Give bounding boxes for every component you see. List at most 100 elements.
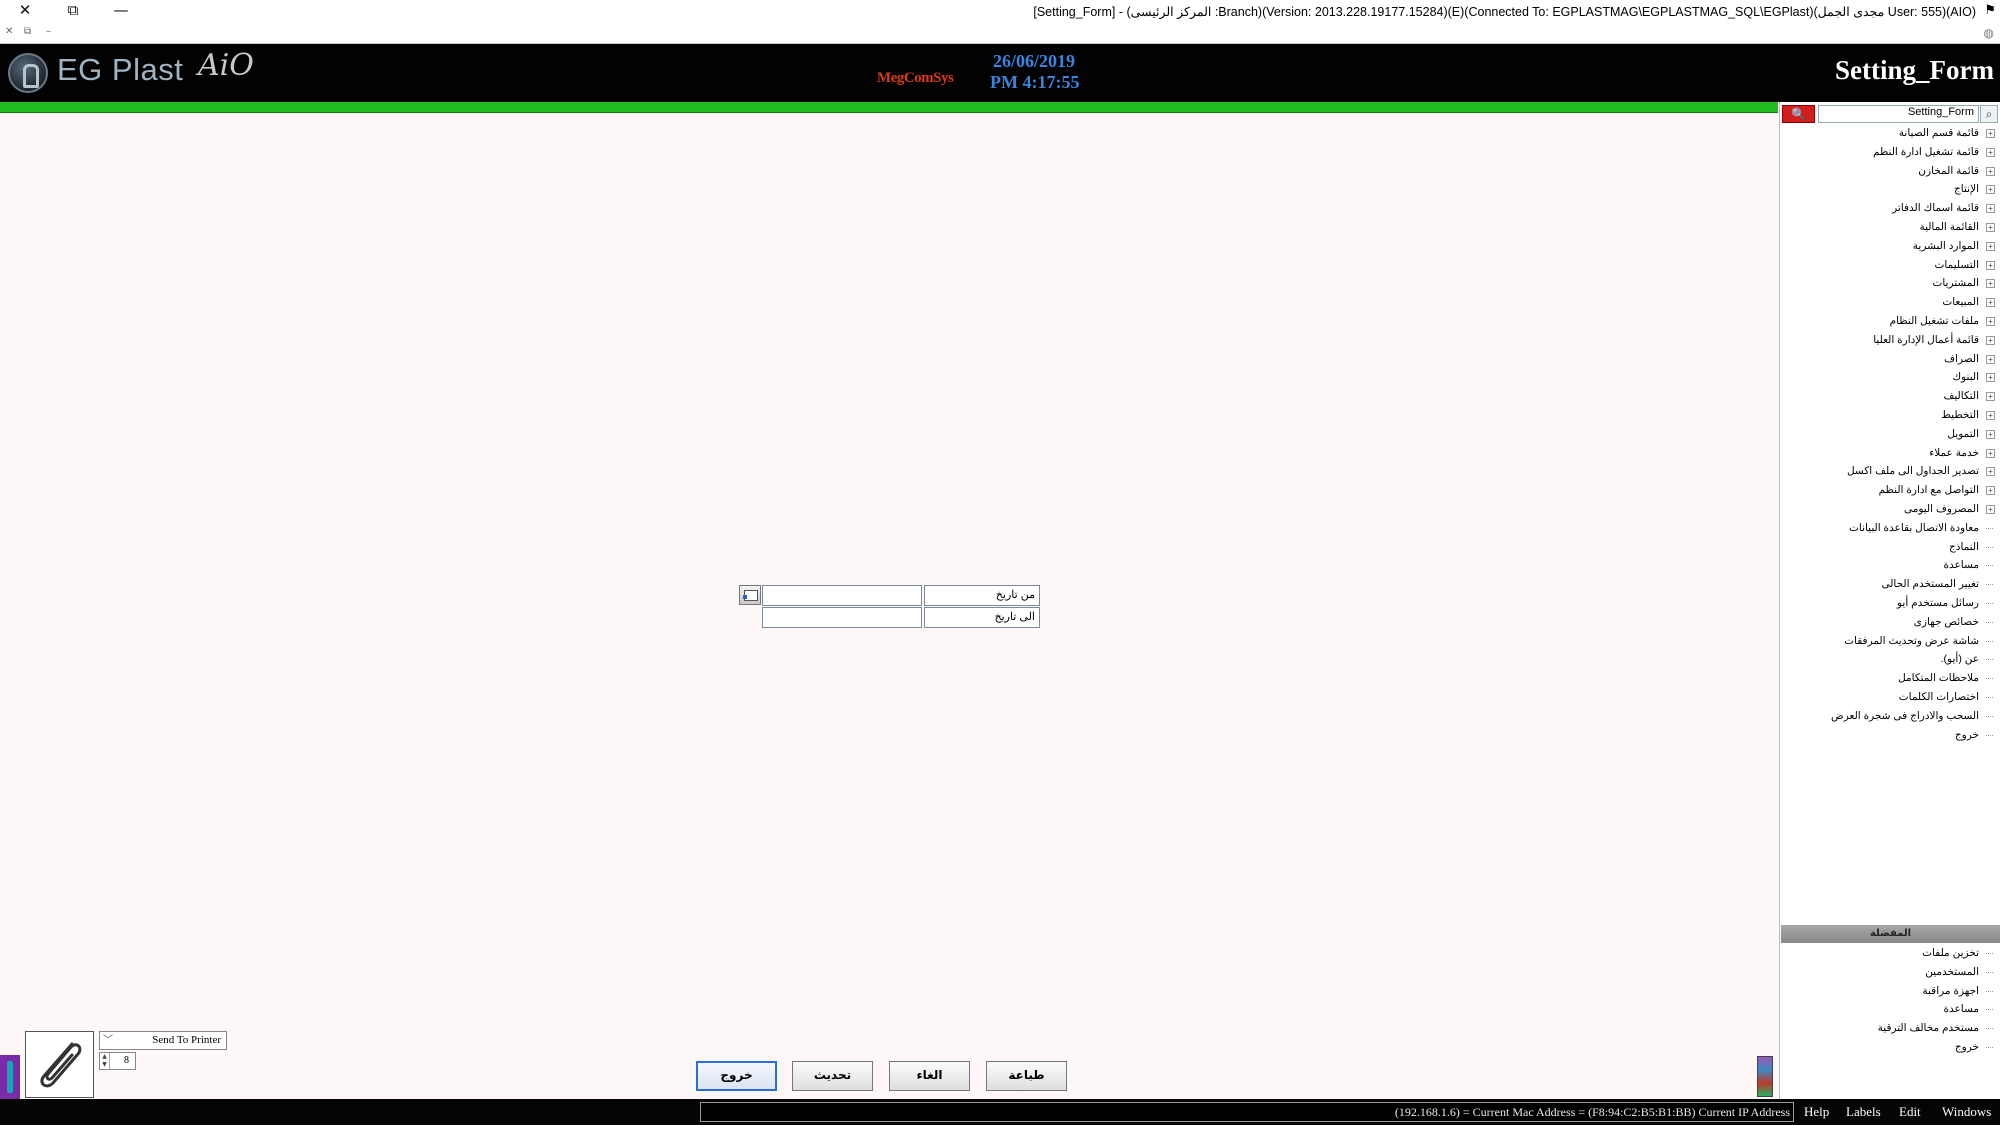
globe-icon: ◍ (1983, 26, 1994, 40)
tree-item[interactable]: اختصارات الكلمات (1780, 688, 2000, 707)
tree-item[interactable]: ملاحظات المتكامل (1780, 669, 2000, 688)
to-date-label: الى تاريخ (924, 607, 1040, 628)
tree-item[interactable]: + تصدير الجداول الى ملف اكسل (1780, 462, 2000, 481)
tree-item[interactable]: + ملفات تشغيل النظام (1780, 312, 2000, 331)
expand-icon[interactable]: + (1986, 429, 1995, 439)
from-date-input[interactable] (762, 585, 922, 606)
expand-icon[interactable]: + (1986, 222, 1995, 232)
tree-item[interactable]: خروج (1780, 726, 2000, 745)
favorite-item[interactable]: مساعدة (1780, 1000, 2000, 1019)
expand-icon[interactable]: + (1986, 504, 1995, 514)
tree-item[interactable]: معاودة الاتصال بقاعدة البيانات (1780, 519, 2000, 538)
menu-windows[interactable]: Windows (1942, 1104, 1991, 1120)
mdi-minimize-button[interactable]: – (46, 26, 51, 37)
favorite-item[interactable]: اجهزة مراقبة (1780, 982, 2000, 1001)
cancel-button[interactable]: الغاء (889, 1061, 970, 1091)
tree-item[interactable]: النماذج (1780, 538, 2000, 557)
print-button[interactable]: طباعة (986, 1061, 1067, 1091)
tree-item[interactable]: + التمويل (1780, 425, 2000, 444)
tree-item[interactable]: + قائمة المخازن (1780, 162, 2000, 181)
tree-item[interactable]: + التسليمات (1780, 256, 2000, 275)
tree-item[interactable]: + المبيعات (1780, 293, 2000, 312)
menu-tree: + قائمة قسم الصيانة + قائمة تشغيل ادارة ال… (1780, 124, 2000, 744)
favorite-item[interactable]: خروج (1780, 1038, 2000, 1057)
navigation-sidebar: 🔍 Setting_Form ⌕ + قائمة قسم الصيانة + قائ… (1779, 102, 2000, 1099)
side-tab[interactable] (0, 1055, 20, 1099)
app-header: EG Plast AiO MegComSys 26/06/2019 PM 4:1… (0, 44, 2000, 102)
tree-item[interactable]: + الموارد البشرية (1780, 237, 2000, 256)
expand-icon[interactable]: + (1986, 166, 1995, 176)
from-date-label: من تاريخ (924, 585, 1040, 606)
spin-icon[interactable]: ▲ ▼ (100, 1053, 110, 1069)
progress-bar (0, 102, 1778, 113)
expand-icon[interactable]: + (1986, 486, 1995, 496)
menu-help[interactable]: Help (1804, 1104, 1829, 1120)
tree-item[interactable]: + المصروف اليومى (1780, 500, 2000, 519)
favorites-header: المفضلة (1781, 925, 2000, 943)
mdi-close-button[interactable]: ✕ (5, 26, 13, 37)
expand-icon[interactable]: + (1986, 204, 1995, 214)
to-date-input[interactable] (762, 607, 922, 628)
logo-text: EG Plast (57, 52, 184, 87)
mdi-restore-button[interactable]: ⧉ (24, 26, 31, 37)
network-info: (192.168.1.6) = Current Mac Address = (F… (700, 1102, 1794, 1122)
window-titlebar: ✕ ⧉ — [Setting_Form] - (المركز الرئيسى :… (0, 0, 2000, 24)
tree-item[interactable]: + التواصل مع ادارة النظم (1780, 481, 2000, 500)
search-button[interactable]: 🔍 (1782, 105, 1815, 123)
search-input[interactable]: Setting_Form (1818, 105, 1979, 123)
refresh-button[interactable]: تحديث (792, 1061, 873, 1091)
expand-icon[interactable]: + (1986, 185, 1995, 195)
calendar-icon[interactable] (739, 585, 761, 605)
expand-icon[interactable]: + (1986, 129, 1995, 138)
tree-item[interactable]: + خدمة عملاء (1780, 444, 2000, 463)
expand-icon[interactable]: + (1986, 279, 1995, 289)
expand-icon[interactable]: + (1986, 316, 1995, 326)
expand-icon[interactable]: + (1986, 448, 1995, 458)
tree-item[interactable]: + الإنتاج (1780, 180, 2000, 199)
tree-item[interactable]: + التكاليف (1780, 387, 2000, 406)
printer-select[interactable]: ﹀ Send To Printer (99, 1031, 227, 1050)
tree-item[interactable]: + التخطيط (1780, 406, 2000, 425)
menu-labels[interactable]: Labels (1846, 1104, 1881, 1120)
expand-icon[interactable]: + (1986, 410, 1995, 420)
exit-button[interactable]: خروج (696, 1061, 777, 1091)
expand-icon[interactable]: + (1986, 298, 1995, 308)
logo-icon (8, 53, 48, 93)
expand-icon[interactable]: + (1986, 373, 1995, 383)
header-date: 26/06/2019 (993, 51, 1076, 71)
tree-item[interactable]: خصائص جهازى (1780, 613, 2000, 632)
expand-icon[interactable]: + (1986, 354, 1995, 364)
expand-icon[interactable]: + (1986, 392, 1995, 402)
tools-icon[interactable] (1757, 1056, 1773, 1097)
expand-icon[interactable]: + (1986, 147, 1995, 157)
minimize-window-button[interactable]: — (108, 1, 134, 19)
tree-item[interactable]: رسائل مستخدم أيو (1780, 594, 2000, 613)
header-time: PM 4:17:55 (990, 72, 1080, 92)
tree-item[interactable]: السحب والادراج فى شجرة العرض (1780, 707, 2000, 726)
tree-item[interactable]: + الصراف (1780, 350, 2000, 369)
tree-item[interactable]: شاشة عرض وتحديث المرفقات (1780, 632, 2000, 651)
tree-item[interactable]: + قائمة أعمال الإدارة العليا (1780, 331, 2000, 350)
tree-item[interactable]: تغيير المستخدم الحالى (1780, 575, 2000, 594)
favorite-item[interactable]: المستخدمين (1780, 963, 2000, 982)
expand-icon[interactable]: + (1986, 260, 1995, 270)
close-window-button[interactable]: ✕ (12, 1, 38, 19)
chevron-down-icon: ﹀ (103, 1035, 113, 1046)
tree-item[interactable]: عن (أيو). (1780, 650, 2000, 669)
attachment-button[interactable] (25, 1031, 94, 1098)
restore-window-button[interactable]: ⧉ (60, 1, 86, 19)
favorite-item[interactable]: مستخدم مخالف الترقية (1780, 1019, 2000, 1038)
tree-item[interactable]: + البنوك (1780, 368, 2000, 387)
expand-icon[interactable]: + (1986, 467, 1995, 477)
tree-item[interactable]: + قائمة تشغيل ادارة النظم (1780, 143, 2000, 162)
find-icon[interactable]: ⌕ (1980, 105, 1998, 123)
expand-icon[interactable]: + (1986, 335, 1995, 345)
favorite-item[interactable]: تخزين ملفات (1780, 944, 2000, 963)
menu-edit[interactable]: Edit (1899, 1104, 1921, 1120)
tree-item[interactable]: + المشتريات (1780, 274, 2000, 293)
tree-item[interactable]: + القائمة المالية (1780, 218, 2000, 237)
tree-item[interactable]: مساعدة (1780, 556, 2000, 575)
tree-item[interactable]: + قائمة اسماك الدفاتر (1780, 199, 2000, 218)
tree-item[interactable]: + قائمة قسم الصيانة (1780, 124, 2000, 143)
expand-icon[interactable]: + (1986, 241, 1995, 251)
